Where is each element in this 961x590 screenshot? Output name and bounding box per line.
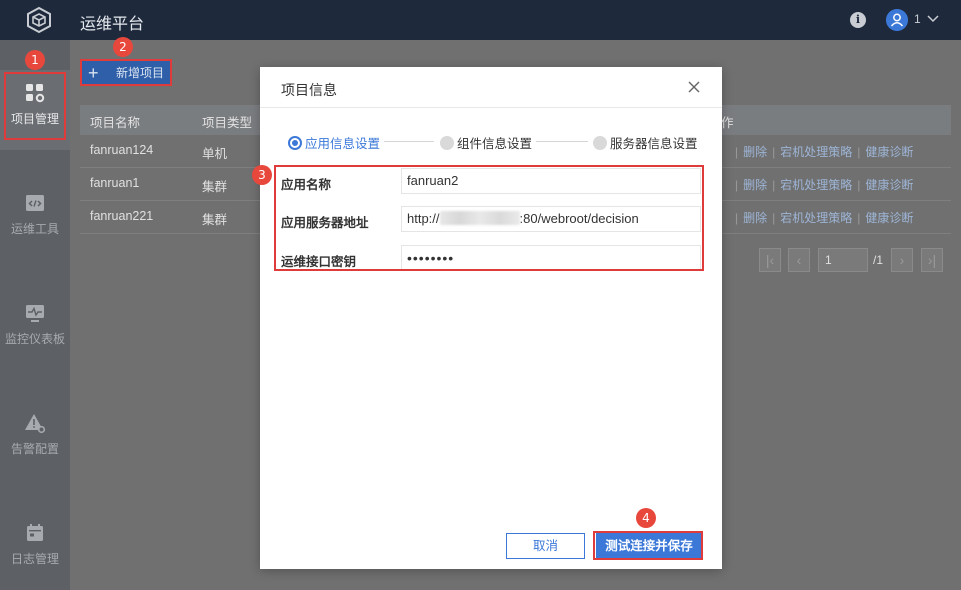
project-type: 集群 (202, 180, 228, 194)
step-connector (384, 141, 434, 142)
column-header-type: 项目类型 (202, 116, 253, 130)
project-name: fanruan1 (90, 176, 140, 190)
code-window-icon (26, 195, 44, 211)
step-label: 服务器信息设置 (610, 137, 698, 151)
chevron-down-icon[interactable] (926, 11, 940, 25)
logo-icon (27, 6, 51, 34)
step-badge: 1 (25, 50, 45, 70)
calendar-log-icon (27, 524, 43, 541)
downtime-strategy-link[interactable]: 宕机处理策略 (780, 178, 852, 192)
row-actions: | 删除 | 宕机处理策略 | 健康诊断 (735, 178, 914, 192)
delete-link[interactable]: 删除 (743, 211, 767, 225)
step-connector (536, 141, 588, 142)
step-dot (288, 136, 302, 150)
highlight-project-management (4, 72, 66, 140)
step-server-info[interactable]: 服务器信息设置 (593, 133, 698, 152)
step-badge: 3 (252, 165, 272, 185)
highlight-add-project (80, 59, 172, 86)
sidebar-item-alert-config[interactable]: 告警配置 (0, 400, 70, 480)
next-page-button[interactable]: › (891, 248, 913, 272)
info-icon[interactable]: i (850, 12, 866, 28)
page-input[interactable]: 1 (818, 248, 868, 272)
last-page-button[interactable]: ›| (921, 248, 943, 272)
project-type: 单机 (202, 147, 228, 161)
downtime-strategy-link[interactable]: 宕机处理策略 (780, 211, 852, 225)
sidebar-item-label: 日志管理 (10, 552, 59, 566)
page-total: /1 (873, 253, 884, 267)
dialog-title: 项目信息 (281, 82, 337, 98)
cancel-button[interactable]: 取消 (506, 533, 585, 559)
close-icon[interactable] (688, 81, 700, 93)
prev-page-button[interactable]: ‹ (788, 248, 810, 272)
step-dot (593, 136, 607, 150)
step-indicator: 应用信息设置 组件信息设置 服务器信息设置 (288, 133, 698, 151)
step-component-info[interactable]: 组件信息设置 (440, 133, 532, 152)
sidebar-item-label: 运维工具 (10, 222, 59, 236)
column-header-name: 项目名称 (90, 116, 141, 130)
first-page-button[interactable]: |‹ (759, 248, 781, 272)
sidebar-item-label: 监控仪表板 (4, 332, 65, 346)
sidebar-item-label: 告警配置 (10, 442, 59, 456)
step-app-info[interactable]: 应用信息设置 (288, 133, 380, 152)
project-type: 集群 (202, 213, 228, 227)
delete-link[interactable]: 删除 (743, 178, 767, 192)
step-badge: 4 (636, 508, 656, 528)
downtime-strategy-link[interactable]: 宕机处理策略 (780, 145, 852, 159)
sidebar-item-dashboard[interactable]: 监控仪表板 (0, 290, 70, 370)
highlight-form-fields (274, 165, 704, 271)
health-check-link[interactable]: 健康诊断 (865, 178, 913, 192)
health-check-link[interactable]: 健康诊断 (865, 145, 913, 159)
sidebar-item-ops-tools[interactable]: 运维工具 (0, 180, 70, 260)
row-actions: | 删除 | 宕机处理策略 | 健康诊断 (735, 145, 914, 159)
project-name: fanruan221 (90, 209, 154, 223)
health-check-link[interactable]: 健康诊断 (865, 211, 913, 225)
user-name[interactable]: 1 (914, 12, 921, 26)
monitor-pulse-icon (26, 305, 44, 322)
warning-gear-icon (25, 414, 46, 434)
delete-link[interactable]: 删除 (743, 145, 767, 159)
column-header-ops: 作 (721, 116, 734, 130)
app-title: 运维平台 (80, 16, 145, 33)
dialog-header: 项目信息 (260, 67, 722, 108)
highlight-save-button (593, 531, 703, 560)
step-badge: 2 (113, 37, 133, 57)
avatar[interactable] (886, 9, 908, 31)
top-bar: 运维平台 i 1 (0, 0, 961, 40)
step-label: 应用信息设置 (305, 137, 381, 151)
sidebar-item-log-management[interactable]: 日志管理 (0, 510, 70, 590)
project-info-dialog: 项目信息 应用信息设置 组件信息设置 服务器信息设置 应用名称 fanruan2… (260, 67, 722, 569)
step-dot (440, 136, 454, 150)
row-actions: | 删除 | 宕机处理策略 | 健康诊断 (735, 211, 914, 225)
step-label: 组件信息设置 (457, 137, 533, 151)
project-name: fanruan124 (90, 143, 154, 157)
